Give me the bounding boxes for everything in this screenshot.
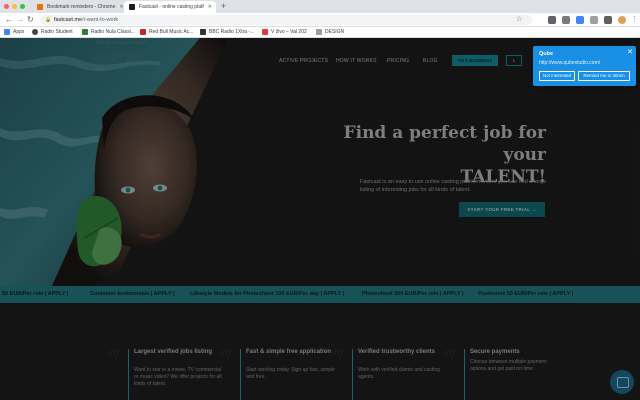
nav-blog[interactable]: BLOG — [423, 58, 438, 64]
bookmark-apps[interactable]: Apps — [4, 29, 24, 35]
extension-icon[interactable] — [604, 16, 612, 24]
bookmark-item[interactable]: Radio Student — [32, 29, 73, 35]
tab-close-icon[interactable]: ✕ — [204, 4, 212, 10]
bookmark-star-icon[interactable]: ☆ — [516, 16, 522, 24]
extension-icon[interactable] — [576, 16, 584, 24]
not-interested-button[interactable]: Not interested — [539, 71, 575, 81]
bookmark-reminder-notification: Qube http://www.qubestudio.com/ ✕ Not in… — [533, 46, 636, 86]
lock-icon: 🔒 — [45, 17, 52, 23]
extension-icon[interactable] — [590, 16, 598, 24]
notification-url[interactable]: http://www.qubestudio.com/ — [539, 60, 600, 66]
address-toolbar: ← → ↻ 🔒 fastcast.me/i-want-to-work ☆ ⋮ — [0, 13, 640, 27]
decorative-slashes: / / / — [110, 351, 119, 357]
decorative-slashes: / / / — [446, 351, 455, 357]
redbull-icon — [140, 29, 146, 35]
forward-arrow-icon[interactable]: → — [16, 15, 24, 25]
ticker-item[interactable]: Customer testimonials | APPLY | — [90, 291, 174, 297]
ticker-item[interactable]: Poslovnež 50 EUR/Per role | APPLY | — [478, 291, 573, 297]
site-tagline: Get work by your talent — [96, 40, 148, 46]
login-button[interactable]: L — [506, 55, 522, 66]
tab-title: Bookmark reminders - Chrome — [47, 4, 116, 10]
jobs-ticker: 50 EUR/Per role | APPLY | Customer testi… — [0, 286, 640, 303]
apps-grid-icon — [4, 29, 10, 35]
tab-close-icon[interactable]: ✕ — [115, 4, 123, 10]
headline-line-1: Find a perfect job for your — [343, 123, 546, 165]
feature-divider — [240, 349, 241, 400]
feature-title: Secure payments — [470, 349, 520, 355]
bookmark-item[interactable]: Red Bull Music Ac... — [140, 29, 193, 35]
new-tab-button[interactable]: + — [221, 1, 226, 11]
remind-later-button[interactable]: Remind me in 30min — [578, 71, 630, 81]
feature-description: Want to star in a movie, TV commercial o… — [134, 367, 222, 387]
window-zoom-button[interactable] — [20, 4, 25, 9]
ticker-item[interactable]: Lifestyle Models for Photoshoot 100 EUR/… — [190, 291, 344, 297]
val202-icon — [262, 29, 268, 35]
feature-divider — [128, 349, 129, 400]
bookmark-item[interactable]: Radio Nula Classi... — [82, 29, 135, 35]
feature-description: Choose between multiple payment options … — [470, 359, 547, 372]
url-path: /i-want-to-work — [82, 17, 119, 23]
bookmark-favicon-icon — [37, 4, 43, 10]
url-host: fastcast.me — [54, 17, 83, 23]
bookmark-item[interactable]: V živo – Val 202 — [262, 29, 307, 35]
decorative-slashes: / / / — [334, 351, 343, 357]
profile-avatar[interactable] — [618, 16, 626, 24]
bbc-icon — [200, 29, 206, 35]
ticker-item[interactable]: 50 EUR/Per role | APPLY | — [2, 291, 68, 297]
reload-icon[interactable]: ↻ — [27, 15, 34, 25]
extension-icon[interactable] — [562, 16, 570, 24]
notification-close-icon[interactable]: ✕ — [627, 49, 633, 56]
tab-title: Fastcast - online casting platf — [139, 4, 204, 10]
radio-icon — [32, 29, 38, 35]
notification-title: Qube — [539, 51, 554, 57]
bookmark-item[interactable]: BBC Radio 1Xtra -... — [200, 29, 254, 35]
site-logo[interactable]: fastcast — [96, 51, 143, 65]
feature-divider — [352, 349, 353, 400]
url-field[interactable]: 🔒 fastcast.me/i-want-to-work — [40, 15, 532, 25]
browser-menu-icon[interactable]: ⋮ — [631, 15, 638, 25]
tab-fastcast[interactable]: Fastcast - online casting platf ✕ — [124, 1, 216, 13]
plus-icon — [82, 29, 88, 35]
feature-description: Start working today. Sign up fast, simpl… — [246, 367, 335, 380]
bookmarks-bar: Apps Radio Student Radio Nula Classi... … — [0, 27, 640, 38]
feature-divider — [464, 349, 465, 400]
hero-description: Fastcast is an easy to use online castin… — [360, 179, 547, 193]
window-close-button[interactable] — [4, 4, 9, 9]
back-arrow-icon[interactable]: ← — [5, 15, 13, 25]
browser-tab-bar: Bookmark reminders - Chrome ✕ Fastcast -… — [0, 0, 640, 13]
web-page: Get work by your talent fastcast ACTIVE … — [0, 38, 640, 400]
nav-how-it-works[interactable]: HOW IT WORKS — [336, 58, 377, 64]
decorative-slashes: / / / — [222, 351, 231, 357]
start-free-trial-button[interactable]: START YOUR FREE TRIAL → — [459, 202, 545, 217]
feature-description: Work with verified clients and casting a… — [358, 367, 440, 380]
nav-pricing[interactable]: PRICING — [387, 58, 409, 64]
bookmark-folder-design[interactable]: DESIGN — [316, 29, 344, 35]
folder-icon — [316, 29, 322, 35]
translate-extension-icon[interactable] — [548, 16, 556, 24]
window-minimize-button[interactable] — [12, 4, 17, 9]
chat-widget-icon[interactable] — [610, 370, 634, 394]
ticker-item[interactable]: Photoshoot 300 EUR/Per role | APPLY | — [362, 291, 464, 297]
tab-bookmark-reminders[interactable]: Bookmark reminders - Chrome ✕ — [32, 1, 124, 13]
nav-active-projects[interactable]: ACTIVE PROJECTS — [279, 58, 328, 64]
im-a-business-button[interactable]: I'M A BUSINESS — [452, 55, 498, 66]
fastcast-favicon-icon — [129, 4, 135, 10]
features-section: / / / Largest verified jobs listing Want… — [0, 303, 640, 400]
